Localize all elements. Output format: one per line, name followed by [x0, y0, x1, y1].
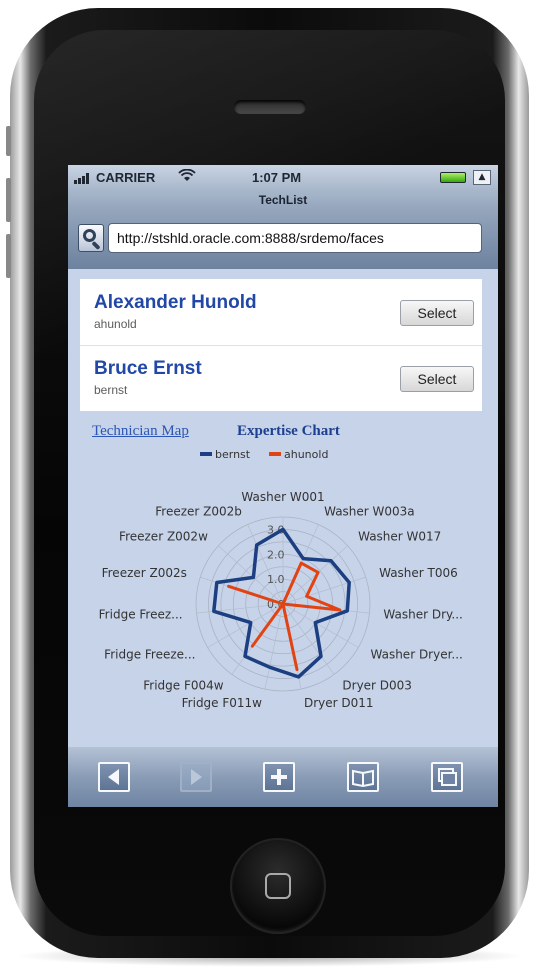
- eject-icon[interactable]: ▲: [473, 170, 491, 185]
- technician-name: Bruce Ernst: [94, 358, 202, 379]
- select-button[interactable]: Select: [400, 366, 474, 392]
- legend-label-ahunold: ahunold: [284, 448, 328, 461]
- category-label: Washer W001: [241, 490, 324, 504]
- category-label: Dryer D003: [342, 679, 412, 693]
- select-button[interactable]: Select: [400, 300, 474, 326]
- add-icon: [263, 762, 295, 792]
- address-text: http://stshld.oracle.com:8888/srdemo/fac…: [117, 230, 384, 246]
- forward-icon: [180, 762, 212, 792]
- category-label: Freezer Z002w: [119, 529, 208, 543]
- technician-username: ahunold: [94, 317, 137, 331]
- signal-strength-icon: [74, 172, 92, 184]
- category-label: Washer Dry...: [383, 608, 462, 622]
- volume-down-button: [6, 234, 11, 278]
- page-content: Alexander Hunold ahunold Select Bruce Er…: [68, 269, 498, 747]
- volume-up-button: [6, 178, 11, 222]
- search-button[interactable]: [78, 224, 104, 252]
- list-item: Alexander Hunold ahunold Select: [80, 279, 482, 346]
- category-label: Washer W017: [358, 529, 441, 543]
- category-label: Washer Dryer...: [371, 648, 463, 662]
- category-label: Washer W003a: [324, 505, 415, 519]
- search-icon: [83, 229, 96, 242]
- category-label: Freezer Z002b: [155, 505, 242, 519]
- technician-username: bernst: [94, 383, 128, 397]
- category-label: Fridge F011w: [182, 696, 263, 710]
- phone-screen: CARRIER 1:07 PM ▲ TechList http://stshld…: [68, 165, 498, 807]
- search-icon-handle: [91, 240, 101, 251]
- grid-spoke: [282, 576, 366, 605]
- category-label: Washer T006: [379, 566, 458, 580]
- radial-tick-label: 2.0: [267, 548, 285, 561]
- technician-name: Alexander Hunold: [94, 292, 257, 313]
- home-button[interactable]: [230, 838, 326, 934]
- add-button[interactable]: [263, 762, 295, 792]
- bookmarks-button[interactable]: [347, 762, 379, 792]
- home-square-icon: [265, 873, 291, 899]
- legend-swatch-bernst: [200, 452, 212, 456]
- wifi-icon: [178, 168, 196, 187]
- category-label: Fridge F004w: [143, 679, 224, 693]
- category-label: Freezer Z002s: [102, 566, 187, 580]
- carrier-label: CARRIER: [96, 170, 156, 185]
- clock: 1:07 PM: [252, 170, 302, 185]
- expertise-chart: bernst ahunold 0.0 1.0 2.0 3.0 Washer W001 Wash…: [68, 447, 498, 747]
- back-button[interactable]: [98, 762, 130, 792]
- legend-label-bernst: bernst: [215, 448, 251, 461]
- category-label: Fridge Freeze...: [104, 648, 195, 662]
- radar-chart-svg: bernst ahunold0.01.02.03.0Washer W001Wash…: [99, 448, 463, 710]
- forward-button[interactable]: [180, 762, 212, 792]
- pages-icon: [431, 762, 463, 792]
- browser-toolbar: [68, 747, 498, 807]
- status-bar: CARRIER 1:07 PM ▲: [68, 165, 498, 189]
- address-field[interactable]: http://stshld.oracle.com:8888/srdemo/fac…: [108, 223, 482, 253]
- category-label: Dryer D011: [304, 696, 374, 710]
- pages-button[interactable]: [431, 762, 463, 792]
- bookmarks-icon: [347, 762, 379, 792]
- technician-list: Alexander Hunold ahunold Select Bruce Er…: [80, 279, 482, 411]
- page-title: TechList: [68, 189, 498, 211]
- earpiece-speaker: [234, 100, 306, 114]
- category-label: Fridge Freez...: [99, 608, 183, 622]
- mute-switch: [6, 126, 11, 156]
- radial-tick-label: 1.0: [267, 573, 285, 586]
- legend-swatch-ahunold: [269, 452, 281, 456]
- battery-icon: [440, 172, 466, 183]
- list-item: Bruce Ernst bernst Select: [80, 345, 482, 411]
- back-icon: [98, 762, 130, 792]
- tab-technician-map[interactable]: Technician Map: [92, 423, 189, 440]
- url-bar: http://stshld.oracle.com:8888/srdemo/fac…: [68, 211, 498, 269]
- tab-expertise-chart[interactable]: Expertise Chart: [237, 423, 340, 440]
